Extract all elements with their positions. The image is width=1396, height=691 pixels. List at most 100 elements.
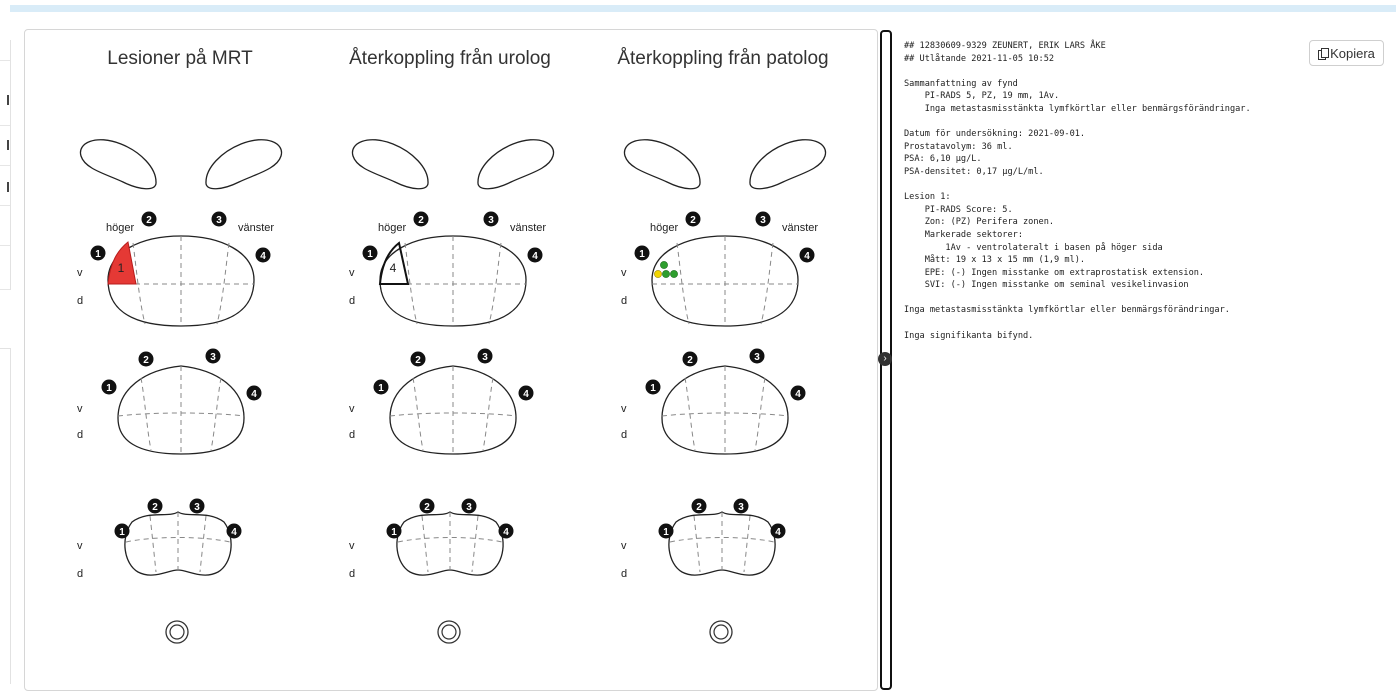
copy-button-label: Kopiera <box>1330 45 1375 61</box>
sector-badge: 4 <box>246 385 262 401</box>
svg-text:4: 4 <box>775 527 781 538</box>
sector-badge: 3 <box>755 211 771 227</box>
label-hoger: höger <box>650 222 678 234</box>
label-hoger: höger <box>378 222 406 234</box>
svg-text:3: 3 <box>754 352 760 363</box>
prostate-diagrams: höger vänster 1 2 3 4 v d 1 2 3 4 v d 1 2 3 4 v d höger vänst… <box>77 139 827 644</box>
urethra-icon <box>165 620 189 644</box>
label-v: v <box>349 267 355 279</box>
prostate-mid <box>117 365 245 455</box>
sector-badge: 1 <box>101 379 117 395</box>
sector-badge: 1 <box>386 523 402 539</box>
label-v: v <box>349 403 355 415</box>
svg-text:2: 2 <box>424 502 430 513</box>
sector-badge: 2 <box>691 498 707 514</box>
label-v: v <box>77 267 83 279</box>
sector-badge: 1 <box>645 379 661 395</box>
sector-badge: 4 <box>799 247 815 263</box>
urolog-lesion-label: 4 <box>390 261 397 275</box>
svg-text:2: 2 <box>690 215 696 226</box>
label-d: d <box>621 429 627 441</box>
sector-badge: 2 <box>410 351 426 367</box>
label-v: v <box>621 267 627 279</box>
sector-badge: 1 <box>362 245 378 261</box>
copy-icon <box>1318 47 1330 60</box>
svg-text:3: 3 <box>466 502 472 513</box>
prostate-base <box>379 235 527 327</box>
prostate-apex <box>396 511 504 576</box>
seminal-vesicle-right <box>623 139 701 190</box>
seminal-vesicle-right <box>351 139 429 190</box>
svg-text:2: 2 <box>687 355 693 366</box>
svg-text:1: 1 <box>639 249 645 260</box>
svg-text:4: 4 <box>795 389 801 400</box>
mrt-lesion-label: 1 <box>118 261 125 275</box>
sector-badge: 1 <box>658 523 674 539</box>
svg-text:2: 2 <box>415 355 421 366</box>
label-vanster: vänster <box>238 222 274 234</box>
svg-text:4: 4 <box>532 251 538 262</box>
label-d: d <box>349 429 355 441</box>
copy-button[interactable]: Kopiera <box>1309 40 1384 66</box>
svg-text:3: 3 <box>194 502 200 513</box>
prostate-apex <box>124 511 232 576</box>
urethra-icon <box>709 620 733 644</box>
prostate-mid <box>661 365 789 455</box>
label-v: v <box>621 403 627 415</box>
sector-badge: 3 <box>477 348 493 364</box>
prostate-apex <box>668 511 776 576</box>
sector-badge: 2 <box>138 351 154 367</box>
label-v: v <box>621 540 627 552</box>
svg-text:4: 4 <box>260 251 266 262</box>
sector-badge: 4 <box>770 523 786 539</box>
svg-text:4: 4 <box>523 389 529 400</box>
label-d: d <box>349 295 355 307</box>
chevron-right-icon[interactable]: › <box>878 352 892 366</box>
report-pane: ## 12830609-9329 ZEUNERT, ERIK LARS ÅKE … <box>896 30 1396 683</box>
svg-text:1: 1 <box>95 249 101 260</box>
sector-badge: 3 <box>211 211 227 227</box>
column-patolog: höger vänster 1 2 3 4 v d 1 2 3 4 v d 1 2 3 4 v d <box>621 139 827 644</box>
svg-text:2: 2 <box>696 502 702 513</box>
sector-badge: 4 <box>527 247 543 263</box>
svg-text:4: 4 <box>804 251 810 262</box>
label-hoger: höger <box>106 222 134 234</box>
label-v: v <box>349 540 355 552</box>
label-d: d <box>77 295 83 307</box>
svg-text:3: 3 <box>738 502 744 513</box>
svg-text:2: 2 <box>146 215 152 226</box>
sector-badge: 3 <box>749 348 765 364</box>
label-v: v <box>77 540 83 552</box>
sector-badge: 2 <box>685 211 701 227</box>
label-d: d <box>621 568 627 580</box>
svg-text:4: 4 <box>251 389 257 400</box>
sector-badge: 4 <box>255 247 271 263</box>
sector-badge: 4 <box>518 385 534 401</box>
seminal-vesicle-right <box>79 139 157 190</box>
label-d: d <box>349 568 355 580</box>
prostate-mid <box>389 365 517 455</box>
column-urolog: höger vänster 1 2 3 4 v d 1 2 3 4 v d 1 2 3 4 v d <box>349 139 555 644</box>
svg-text:3: 3 <box>482 352 488 363</box>
column-mrt: höger vänster 1 2 3 4 v d 1 2 3 4 v d 1 2 3 4 v d <box>77 139 283 644</box>
svg-text:2: 2 <box>418 215 424 226</box>
label-d: d <box>621 295 627 307</box>
sector-badge: 4 <box>790 385 806 401</box>
sector-badge: 2 <box>141 211 157 227</box>
urethra-icon <box>437 620 461 644</box>
sector-badge: 2 <box>419 498 435 514</box>
svg-text:4: 4 <box>503 527 509 538</box>
label-d: d <box>77 568 83 580</box>
label-v: v <box>77 403 83 415</box>
sector-badge: 3 <box>189 498 205 514</box>
svg-text:3: 3 <box>488 215 494 226</box>
svg-text:1: 1 <box>391 527 397 538</box>
svg-text:3: 3 <box>760 215 766 226</box>
sector-badge: 1 <box>114 523 130 539</box>
svg-text:1: 1 <box>650 383 656 394</box>
seminal-vesicle-left <box>477 139 555 190</box>
seminal-vesicle-left <box>205 139 283 190</box>
prostate-base <box>651 235 799 327</box>
sector-badge: 2 <box>413 211 429 227</box>
sector-badge: 1 <box>373 379 389 395</box>
